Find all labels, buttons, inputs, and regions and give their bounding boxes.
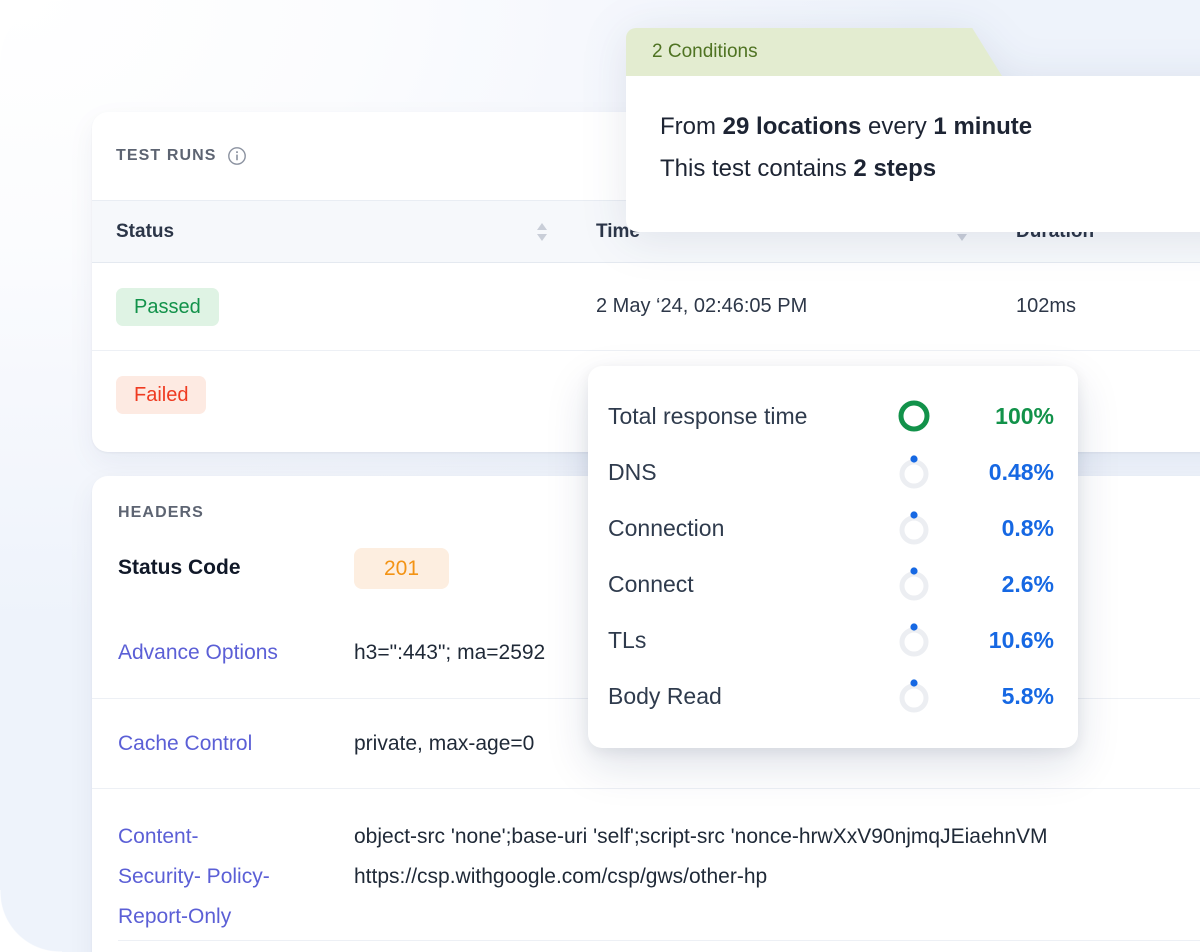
conditions-line-1-pre: From xyxy=(660,113,723,140)
conditions-line-1: From 29 locations every 1 minute xyxy=(660,106,1200,148)
header-value-csp-line-1: object-src 'none';base-uri 'self';script… xyxy=(354,825,1048,848)
screenshot-root: TEST RUNS Status Time Passed 2 May ‘24, … xyxy=(0,0,1200,952)
status-badge: Passed xyxy=(116,287,219,326)
response-breakdown-popover: Total response time 100% DNS 0.48% Conne… xyxy=(588,366,1078,748)
status-badge: Failed xyxy=(116,375,207,414)
response-value-total: 100% xyxy=(995,402,1054,429)
header-key-advance-options[interactable]: Advance Options xyxy=(118,633,354,673)
conditions-tooltip-body: From 29 locations every 1 minute This te… xyxy=(626,76,1200,232)
conditions-line-1-mid: every xyxy=(861,113,934,140)
header-key-csp-line-2: Security- Policy- xyxy=(118,865,270,888)
response-value-dns: 0.48% xyxy=(988,458,1054,485)
conditions-line-1-b2: 1 minute xyxy=(933,113,1033,140)
cell-status: Passed xyxy=(92,262,572,351)
cell-time: 2 May ‘24, 02:46:05 PM xyxy=(572,262,992,351)
response-row-body-read: Body Read 5.8% xyxy=(608,668,1054,724)
conditions-line-1-b1: 29 locations xyxy=(722,113,862,140)
headers-divider xyxy=(118,940,1200,941)
donut-dot-icon xyxy=(894,508,934,548)
response-value-connection: 0.8% xyxy=(1001,514,1054,541)
response-label-connection: Connection xyxy=(608,514,725,541)
header-row-csp-report-only: Content- Security- Policy- Report-Only o… xyxy=(92,788,1200,940)
table-row[interactable]: Passed 2 May ‘24, 02:46:05 PM 102ms xyxy=(92,262,1200,351)
sort-updown-icon[interactable] xyxy=(536,221,548,243)
conditions-line-2-b1: 2 steps xyxy=(853,155,937,182)
response-row-total: Total response time 100% xyxy=(608,388,1054,444)
info-circle-icon[interactable] xyxy=(227,146,247,166)
header-value-csp-line-2: https://csp.withgoogle.com/csp/gws/other… xyxy=(354,865,768,888)
header-key-csp-line-3: Report-Only xyxy=(118,905,232,928)
column-header-status[interactable]: Status xyxy=(92,201,572,263)
response-label-body-read: Body Read xyxy=(608,682,722,709)
response-value-body-read: 5.8% xyxy=(1001,682,1054,709)
response-row-connect: Connect 2.6% xyxy=(608,556,1054,612)
response-label-tls: TLs xyxy=(608,626,647,653)
response-row-connection: Connection 0.8% xyxy=(608,500,1054,556)
cell-duration: 102ms xyxy=(992,262,1200,351)
donut-dot-icon xyxy=(894,452,934,492)
status-code-badge: 201 xyxy=(354,548,450,589)
donut-dot-icon xyxy=(894,620,934,660)
column-header-status-label: Status xyxy=(116,220,175,242)
conditions-tab: 2 Conditions xyxy=(626,28,956,76)
conditions-line-2: This test contains 2 steps xyxy=(660,148,1200,190)
response-label-total: Total response time xyxy=(608,402,808,429)
cell-status: Failed xyxy=(92,351,572,439)
conditions-tab-label: 2 Conditions xyxy=(652,41,758,62)
response-value-tls: 10.6% xyxy=(988,626,1054,653)
header-key-csp-report-only[interactable]: Content- Security- Policy- Report-Only xyxy=(118,817,354,937)
header-key-cache-control[interactable]: Cache Control xyxy=(118,724,354,764)
donut-dot-icon xyxy=(894,676,934,716)
header-key-csp-line-1: Content- xyxy=(118,825,199,848)
response-label-connect: Connect xyxy=(608,570,694,597)
status-code-label: Status Code xyxy=(118,556,241,579)
response-row-dns: DNS 0.48% xyxy=(608,444,1054,500)
conditions-tooltip: 2 Conditions From 29 locations every 1 m… xyxy=(626,28,1200,232)
conditions-line-2-pre: This test contains xyxy=(660,155,854,182)
response-row-tls: TLs 10.6% xyxy=(608,612,1054,668)
response-label-dns: DNS xyxy=(608,458,657,485)
response-value-connect: 2.6% xyxy=(1001,570,1054,597)
header-value-csp-report-only: object-src 'none';base-uri 'self';script… xyxy=(354,817,1200,897)
donut-full-icon xyxy=(894,396,934,436)
page-title: TEST RUNS xyxy=(116,147,217,164)
donut-dot-icon xyxy=(894,564,934,604)
